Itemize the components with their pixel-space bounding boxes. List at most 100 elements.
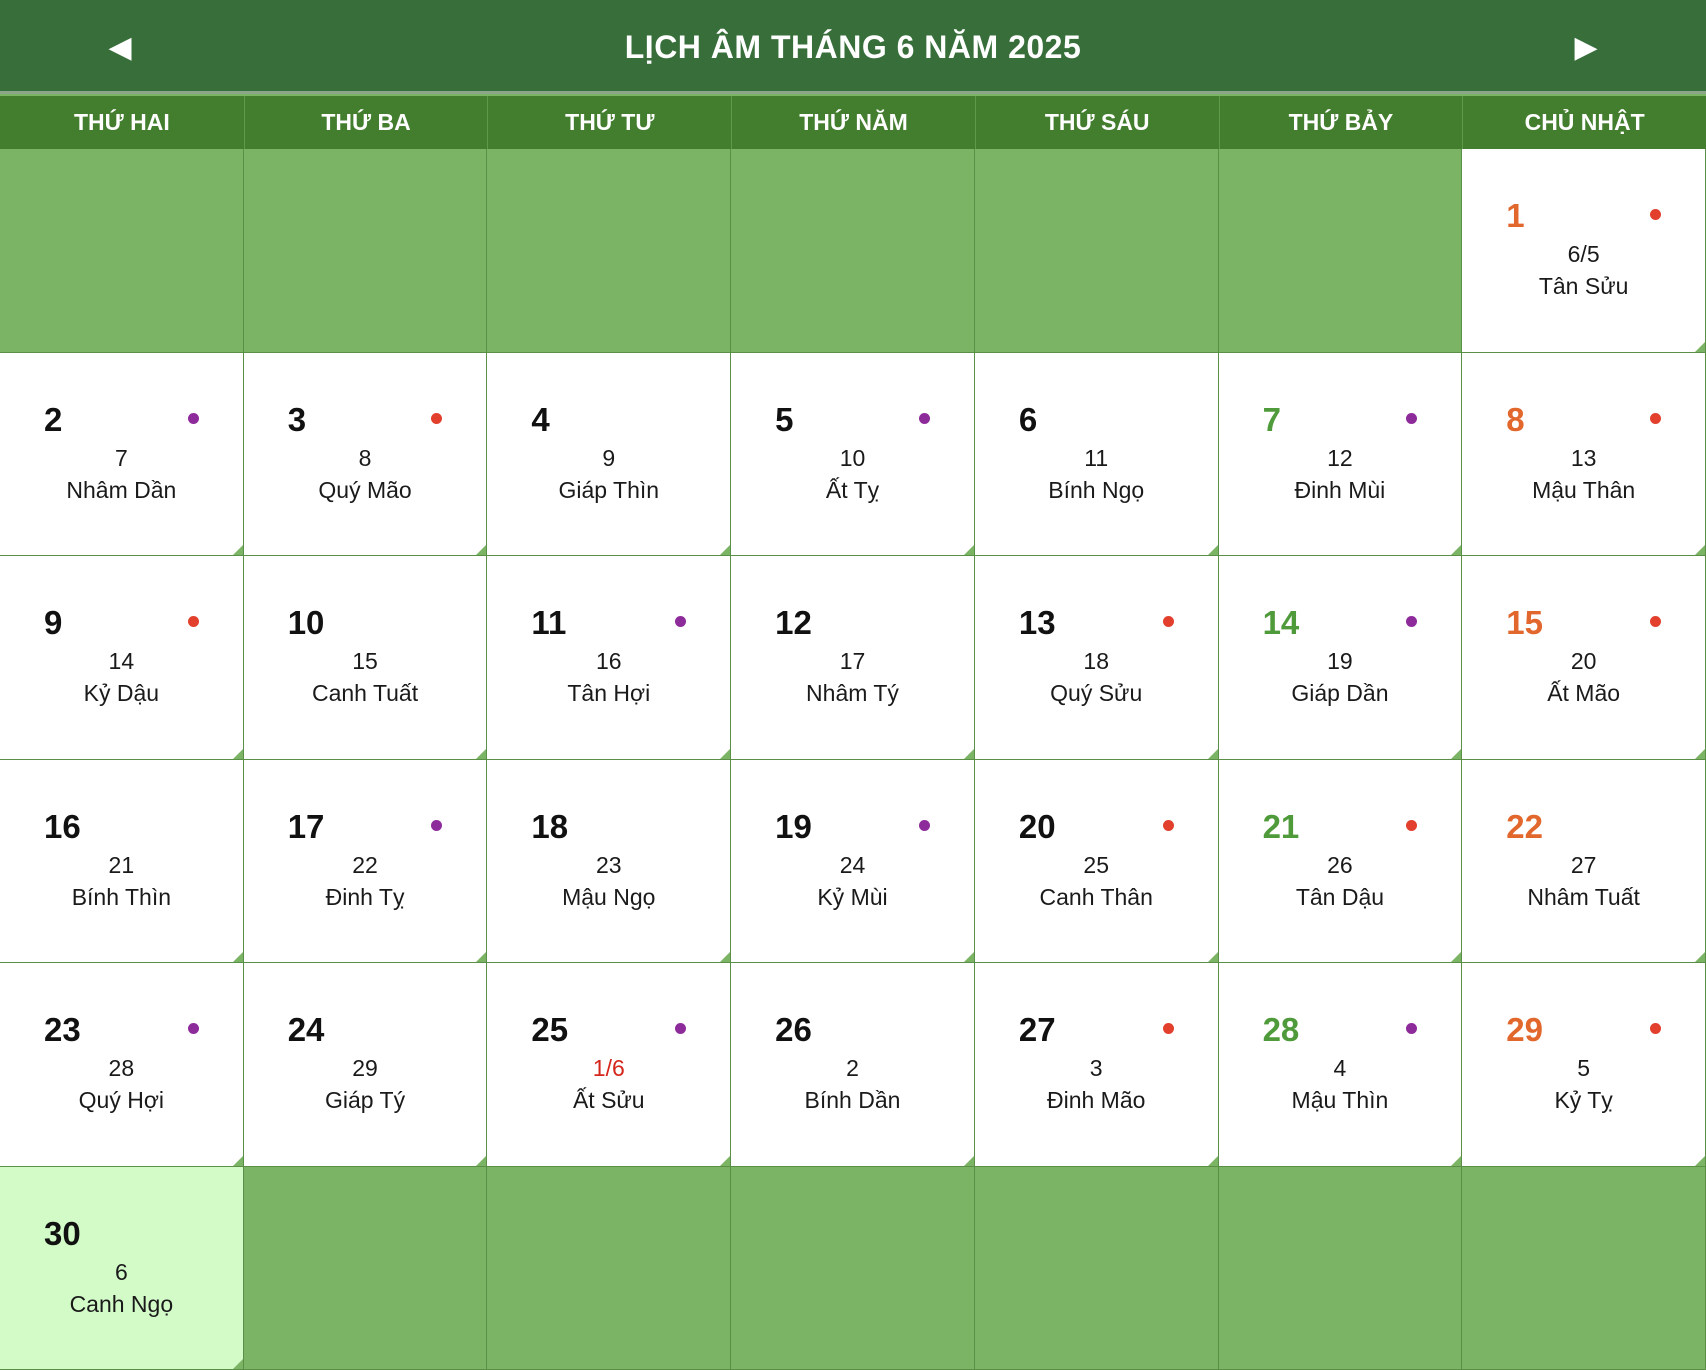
can-chi-label: Nhâm Dần (66, 476, 177, 503)
day-cell-4[interactable]: 4 9 Giáp Thìn (487, 352, 732, 556)
solar-date: 14 (1262, 604, 1300, 641)
lunar-date: 8 (358, 444, 372, 471)
good-day-dot-icon (1162, 1023, 1174, 1034)
can-chi-label: Bính Dần (804, 1087, 901, 1113)
solar-date: 17 (287, 807, 325, 845)
day-cell-24[interactable]: 24 29 Giáp Tý (243, 963, 488, 1167)
lunar-date: 17 (839, 648, 866, 674)
good-day-dot-icon (431, 412, 443, 424)
day-cell-1[interactable]: 1 6/5 Tân Sửu (1462, 149, 1706, 353)
day-cell-20[interactable]: 20 25 Canh Thân (974, 759, 1219, 963)
day-cell-14[interactable]: 14 19 Giáp Dần (1218, 556, 1463, 760)
good-day-dot-icon (187, 616, 199, 627)
next-month-arrow-icon[interactable]: ▶ (1536, 0, 1636, 94)
day-cell-7[interactable]: 7 12 Đinh Mùi (1218, 352, 1463, 556)
solar-date: 3 (287, 400, 307, 438)
solar-date: 26 (775, 1011, 812, 1048)
lunar-date: 5 (1577, 1055, 1591, 1081)
page-title: LỊCH ÂM THÁNG 6 NĂM 2025 (624, 28, 1082, 65)
day-cell-2[interactable]: 2 7 Nhâm Dần (0, 352, 244, 556)
lunar-date: 20 (1570, 648, 1597, 674)
day-cell-15[interactable]: 15 20 Ất Mão (1462, 556, 1706, 760)
solar-date: 25 (531, 1011, 569, 1048)
can-chi-label: Kỷ Tỵ (1554, 1087, 1613, 1113)
can-chi-label: Kỷ Mùi (817, 883, 888, 910)
day-cell-6[interactable]: 6 11 Bính Ngọ (974, 352, 1219, 556)
can-chi-label: Ất Mão (1547, 680, 1621, 706)
empty-day-cell (243, 1166, 488, 1370)
solar-date: 16 (44, 807, 81, 845)
solar-date: 12 (775, 604, 812, 641)
empty-day-cell (1462, 1166, 1706, 1370)
day-cell-8[interactable]: 8 13 Mậu Thân (1462, 352, 1706, 556)
day-cell-22[interactable]: 22 27 Nhâm Tuất (1462, 759, 1706, 963)
day-cell-10[interactable]: 10 15 Canh Tuất (243, 556, 488, 760)
day-cell-19[interactable]: 19 24 Kỷ Mùi (731, 759, 975, 963)
day-cell-3[interactable]: 3 8 Quý Mão (243, 352, 488, 556)
solar-date: 23 (44, 1011, 81, 1048)
lunar-date: 14 (108, 648, 135, 674)
weekday-friday: THỨ SÁU (974, 96, 1219, 149)
day-cell-28[interactable]: 28 4 Mậu Thìn (1218, 963, 1463, 1167)
day-cell-23[interactable]: 23 28 Quý Hợi (0, 963, 244, 1167)
can-chi-label: Giáp Dần (1291, 680, 1389, 706)
lunar-date: 10 (839, 444, 866, 471)
calendar-grid: 1 6/5 Tân Sửu 2 7 Nhâm Dần 3 8 Quý Mão 4 9 Giáp Thì… (0, 149, 1706, 1370)
day-cell-17[interactable]: 17 22 Đinh Tỵ (243, 759, 488, 963)
lunar-date: 13 (1570, 444, 1597, 471)
day-cell-9[interactable]: 9 14 Kỷ Dậu (0, 556, 244, 760)
weekday-saturday: THỨ BẢY (1218, 96, 1463, 149)
lunar-date: 27 (1570, 851, 1597, 878)
day-cell-29[interactable]: 29 5 Kỷ Tỵ (1462, 963, 1706, 1167)
day-cell-16[interactable]: 16 21 Bính Thìn (0, 759, 244, 963)
solar-date: 28 (1262, 1011, 1300, 1048)
solar-date: 1 (1506, 197, 1525, 234)
can-chi-label: Mậu Thân (1532, 476, 1636, 503)
empty-day-cell (974, 1166, 1219, 1370)
day-cell-12[interactable]: 12 17 Nhâm Tý (731, 556, 975, 760)
solar-date: 19 (775, 807, 812, 845)
weekday-header-row: THỨ HAI THỨ BA THỨ TƯ THỨ NĂM THỨ SÁU TH… (0, 96, 1706, 149)
day-cell-11[interactable]: 11 16 Tân Hợi (487, 556, 732, 760)
can-chi-label: Bính Ngọ (1048, 476, 1145, 503)
day-cell-21[interactable]: 21 26 Tân Dậu (1218, 759, 1463, 963)
day-cell-5[interactable]: 5 10 Ất Tỵ (731, 352, 975, 556)
day-cell-13[interactable]: 13 18 Quý Sửu (974, 556, 1219, 760)
lunar-date: 26 (1327, 851, 1353, 878)
weekday-wednesday: THỨ TƯ (487, 96, 731, 149)
bad-day-dot-icon (918, 412, 930, 424)
solar-date: 29 (1506, 1011, 1543, 1048)
can-chi-label: Quý Hợi (78, 1087, 165, 1113)
empty-day-cell (974, 149, 1219, 353)
bad-day-dot-icon (675, 1023, 687, 1034)
lunar-date: 15 (352, 648, 378, 674)
lunar-date: 4 (1333, 1055, 1347, 1081)
lunar-date: 28 (108, 1055, 135, 1081)
good-day-dot-icon (1162, 616, 1174, 627)
good-day-dot-icon (1649, 412, 1661, 424)
solar-date: 15 (1506, 604, 1543, 641)
solar-date: 11 (531, 604, 567, 641)
bad-day-dot-icon (1406, 616, 1418, 627)
lunar-date: 11 (1084, 444, 1109, 471)
can-chi-label: Ất Tỵ (825, 476, 880, 503)
solar-date: 22 (1506, 807, 1543, 845)
lunar-date: 21 (108, 851, 135, 878)
empty-day-cell (0, 149, 244, 353)
can-chi-label: Nhâm Tuất (1527, 883, 1640, 910)
solar-date: 21 (1262, 807, 1300, 845)
can-chi-label: Mậu Ngọ (562, 883, 656, 910)
can-chi-label: Kỷ Dậu (83, 680, 160, 706)
can-chi-label: Quý Mão (318, 476, 412, 503)
day-cell-30[interactable]: 30 6 Canh Ngọ (0, 1166, 244, 1370)
day-cell-18[interactable]: 18 23 Mậu Ngọ (487, 759, 732, 963)
lunar-date: 6 (114, 1258, 128, 1285)
weekday-monday: THỨ HAI (73, 109, 170, 135)
lunar-date: 25 (1083, 851, 1109, 878)
day-cell-27[interactable]: 27 3 Đinh Mão (974, 963, 1219, 1167)
empty-day-cell (487, 1166, 732, 1370)
day-cell-25[interactable]: 25 1/6 Ất Sửu (487, 963, 732, 1167)
solar-date: 7 (1262, 400, 1281, 438)
day-cell-26[interactable]: 26 2 Bính Dần (731, 963, 975, 1167)
can-chi-label: Giáp Tý (325, 1087, 406, 1113)
